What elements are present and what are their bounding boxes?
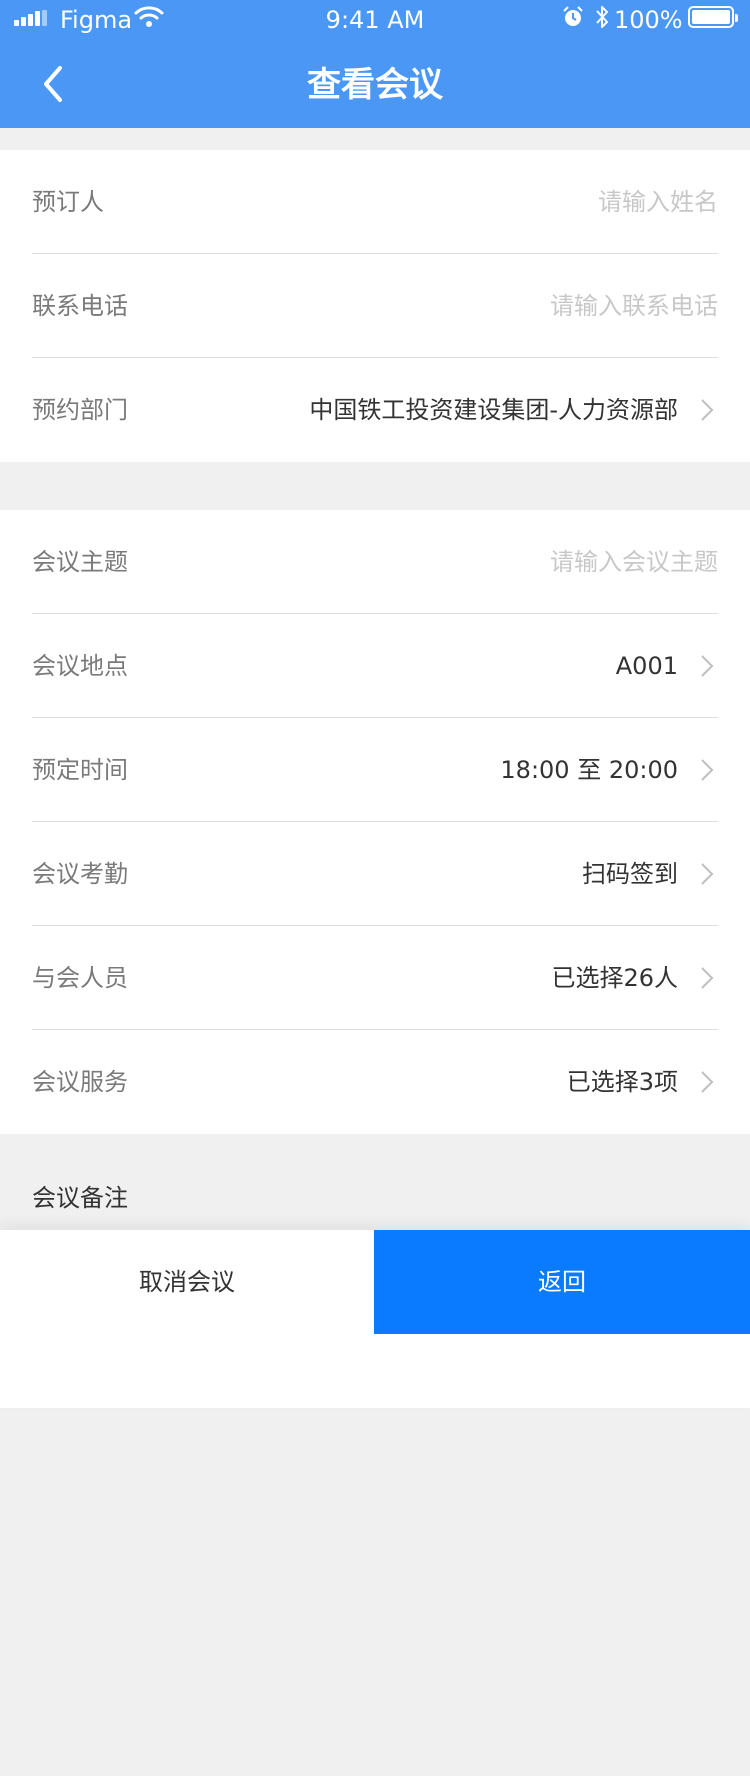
department-value: 中国铁工投资建设集团-人力资源部 xyxy=(309,396,678,424)
return-button[interactable]: 返回 xyxy=(374,1230,750,1334)
chevron-right-icon xyxy=(701,655,714,677)
contact-phone-label: 联系电话 xyxy=(32,292,128,320)
header: Figma 9:41 AM 100% 查看会议 xyxy=(0,0,750,128)
meeting-services-row[interactable]: 会议服务 已选择3项 xyxy=(0,1030,750,1134)
booking-time-value: 18:00 至 20:00 xyxy=(500,756,678,784)
cancel-meeting-button[interactable]: 取消会议 xyxy=(0,1230,374,1334)
booker-name-input[interactable] xyxy=(358,182,718,222)
meeting-topic-row: 会议主题 xyxy=(0,510,750,614)
attendance-value: 扫码签到 xyxy=(582,860,678,888)
participants-label: 与会人员 xyxy=(32,964,128,992)
bottom-action-bar: 取消会议 返回 xyxy=(0,1230,750,1408)
meeting-location-row[interactable]: 会议地点 A001 xyxy=(0,614,750,718)
chevron-right-icon xyxy=(701,967,714,989)
status-bar: Figma 9:41 AM 100% xyxy=(0,0,750,40)
chevron-right-icon xyxy=(701,759,714,781)
back-button[interactable] xyxy=(36,62,76,106)
booker-name-label: 预订人 xyxy=(32,188,104,216)
booker-name-row: 预订人 xyxy=(0,150,750,254)
attendance-label: 会议考勤 xyxy=(32,860,128,888)
meeting-location-label: 会议地点 xyxy=(32,652,128,680)
meeting-topic-input[interactable] xyxy=(358,542,718,582)
battery-percentage: 100% xyxy=(614,6,683,34)
chevron-right-icon xyxy=(701,399,714,421)
bluetooth-icon xyxy=(596,6,608,28)
attendance-row[interactable]: 会议考勤 扫码签到 xyxy=(0,822,750,926)
chevron-right-icon xyxy=(701,863,714,885)
participants-value: 已选择26人 xyxy=(551,964,678,992)
nav-bar: 查看会议 xyxy=(0,44,750,128)
page-title: 查看会议 xyxy=(307,65,443,105)
battery-icon xyxy=(688,6,738,28)
contact-phone-input[interactable] xyxy=(358,286,718,326)
booker-section: 预订人 联系电话 预约部门 中国铁工投资建设集团-人力资源部 xyxy=(0,150,750,462)
meeting-location-value: A001 xyxy=(615,652,678,680)
department-label: 预约部门 xyxy=(32,396,128,424)
booking-time-label: 预定时间 xyxy=(32,756,128,784)
meeting-services-value: 已选择3项 xyxy=(566,1068,678,1096)
chevron-left-icon xyxy=(44,66,62,102)
participants-row[interactable]: 与会人员 已选择26人 xyxy=(0,926,750,1030)
meeting-services-label: 会议服务 xyxy=(32,1068,128,1096)
department-row[interactable]: 预约部门 中国铁工投资建设集团-人力资源部 xyxy=(0,358,750,462)
meeting-remarks-label: 会议备注 xyxy=(32,1184,128,1212)
booking-time-row[interactable]: 预定时间 18:00 至 20:00 xyxy=(0,718,750,822)
alarm-clock-icon xyxy=(563,6,583,26)
contact-phone-row: 联系电话 xyxy=(0,254,750,358)
chevron-right-icon xyxy=(701,1071,714,1093)
meeting-topic-label: 会议主题 xyxy=(32,548,128,576)
meeting-section: 会议主题 会议地点 A001 预定时间 18:00 至 20:00 会议考勤 扫… xyxy=(0,510,750,1134)
